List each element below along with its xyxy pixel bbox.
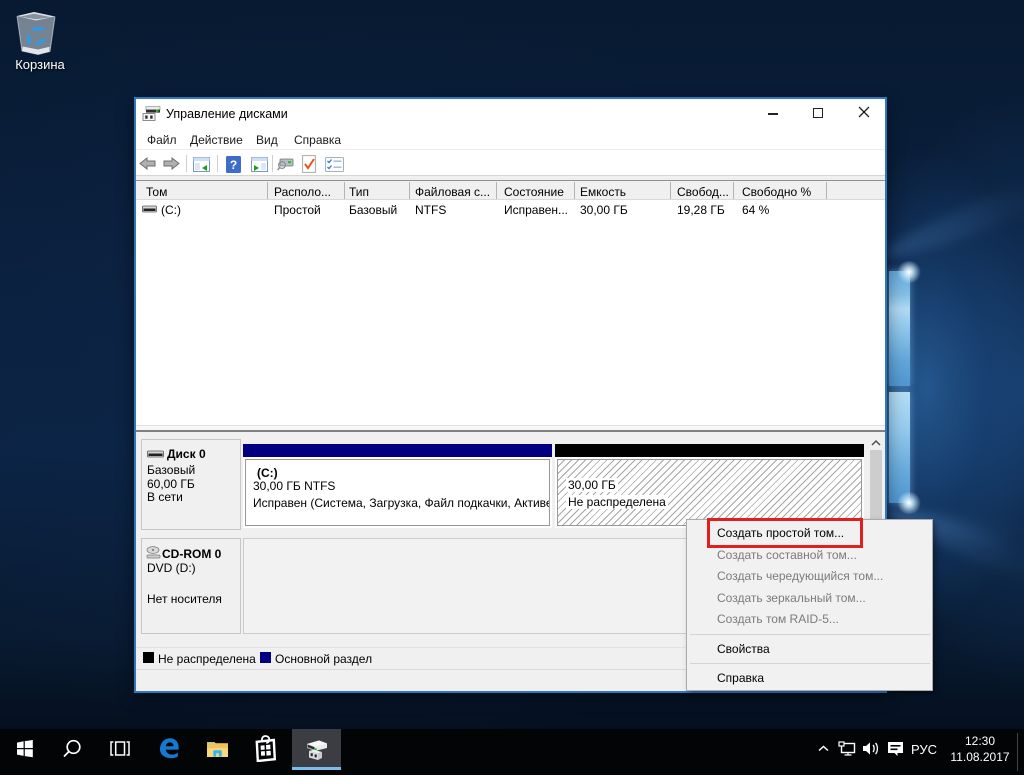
svg-text:?: ? bbox=[230, 158, 237, 172]
